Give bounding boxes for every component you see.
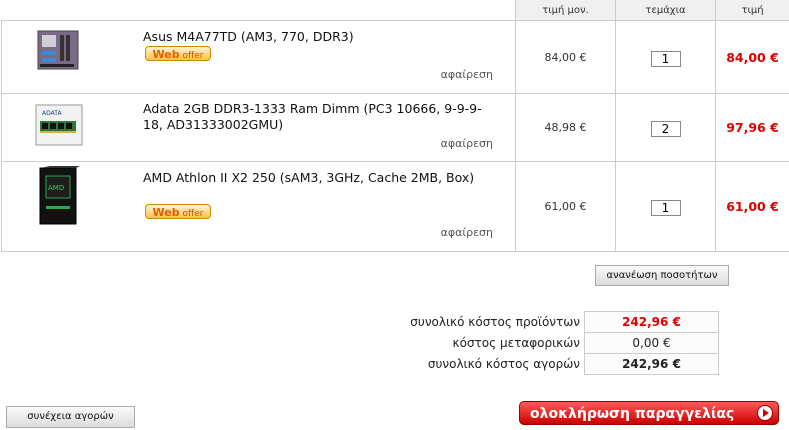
unit-price: 84,00 € (515, 20, 616, 94)
order-summary: συνολικό κόστος προϊόντων 242,96 € κόστο… (380, 311, 719, 375)
product-cell: Asus M4A77TD (AM3, 770, DDR3) Web offer … (1, 20, 516, 94)
products-cost-value: 242,96 € (584, 311, 719, 333)
header-price: τιμή (715, 0, 789, 21)
play-arrow-icon (757, 405, 773, 421)
cart-table: τιμή μον. τεμάχια τιμή Asus M4A77TD (AM3… (1, 0, 789, 252)
remove-link[interactable]: αφαίρεση (441, 68, 493, 81)
checkout-button[interactable]: ολοκλήρωση παραγγελίας (519, 401, 779, 425)
remove-link[interactable]: αφαίρεση (441, 226, 493, 239)
product-name[interactable]: Asus M4A77TD (AM3, 770, DDR3) (143, 29, 495, 45)
total-cost-label: συνολικό κόστος αγορών (427, 357, 580, 371)
line-price: 61,00 € (715, 161, 789, 252)
line-price: 97,96 € (715, 93, 789, 162)
cart-row: Asus M4A77TD (AM3, 770, DDR3) Web offer … (1, 20, 789, 94)
cpu-box-icon[interactable]: AMD (34, 166, 82, 226)
continue-shopping-button[interactable]: συνέχεια αγορών (6, 406, 135, 428)
shipping-cost-value: 0,00 € (584, 332, 719, 354)
web-offer-web: Web (152, 48, 180, 61)
quantity-input[interactable] (650, 200, 681, 216)
web-offer-offer: offer (182, 209, 204, 219)
cart-row: AMD AMD Athlon II X2 250 (sAM3, 3GHz, Ca… (1, 161, 789, 252)
quantity-cell (615, 20, 716, 94)
product-name[interactable]: AMD Athlon II X2 250 (sAM3, 3GHz, Cache … (143, 170, 495, 186)
quantity-input[interactable] (650, 50, 681, 67)
product-name[interactable]: Adata 2GB DDR3-1333 Ram Dimm (PC3 10666,… (143, 101, 495, 133)
total-cost-value: 242,96 € (584, 353, 719, 375)
line-price: 84,00 € (715, 20, 789, 94)
ram-module-icon[interactable]: ADATA (32, 101, 84, 149)
quantity-cell (615, 93, 716, 162)
checkout-label: ολοκλήρωση παραγγελίας (530, 406, 735, 422)
header-quantity: τεμάχια (615, 0, 716, 21)
product-cell: AMD AMD Athlon II X2 250 (sAM3, 3GHz, Ca… (1, 161, 516, 252)
remove-link[interactable]: αφαίρεση (441, 137, 493, 150)
product-cell: ADATA Adata 2GB DDR3-1333 Ram Dimm (PC3 … (1, 93, 516, 162)
web-offer-web: Web (152, 206, 180, 219)
web-offer-badge: Web offer (145, 204, 211, 219)
quantity-cell (615, 161, 716, 252)
motherboard-icon[interactable] (32, 29, 84, 73)
unit-price: 48,98 € (515, 93, 616, 162)
svg-text:ADATA: ADATA (42, 110, 62, 117)
svg-text:AMD: AMD (48, 184, 64, 192)
update-quantities-button[interactable]: ανανέωση ποσοτήτων (595, 265, 729, 286)
products-cost-label: συνολικό κόστος προϊόντων (410, 315, 580, 329)
cart-row: ADATA Adata 2GB DDR3-1333 Ram Dimm (PC3 … (1, 93, 789, 162)
header-product (1, 0, 516, 21)
web-offer-badge: Web offer (145, 46, 211, 61)
header-unit-price: τιμή μον. (515, 0, 616, 21)
unit-price: 61,00 € (515, 161, 616, 252)
web-offer-offer: offer (182, 51, 204, 61)
quantity-input[interactable] (650, 121, 681, 137)
shipping-cost-label: κόστος μεταφορικών (452, 336, 580, 350)
